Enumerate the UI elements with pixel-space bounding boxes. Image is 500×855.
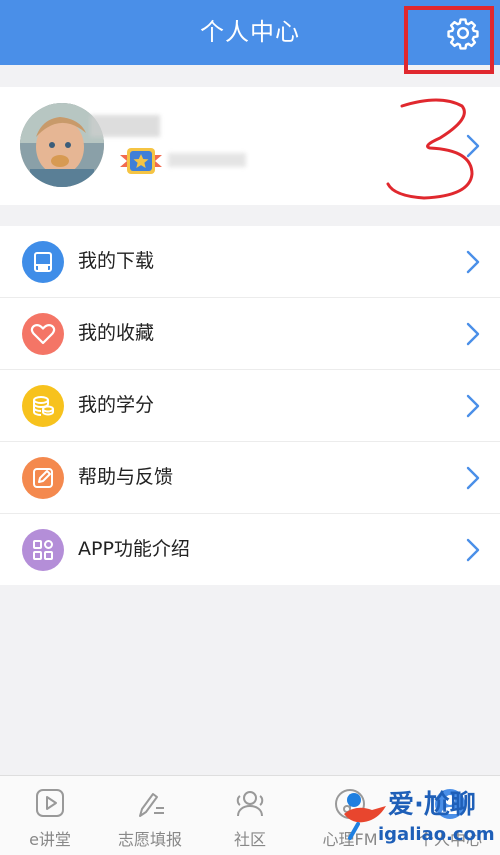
menu-item-favorites[interactable]: 我的收藏 — [0, 298, 500, 370]
chevron-right-icon — [466, 466, 480, 490]
user-icon — [435, 789, 465, 819]
music-note-icon — [335, 789, 365, 819]
tab-profile[interactable]: 个人中心 — [400, 776, 500, 855]
edit-icon — [22, 457, 64, 499]
menu-item-app-intro[interactable]: APP功能介绍 — [0, 514, 500, 585]
menu-item-label: 我的学分 — [78, 394, 155, 416]
chevron-right-icon — [466, 394, 480, 418]
menu-item-downloads[interactable]: 我的下载 — [0, 226, 500, 298]
pen-icon — [139, 793, 164, 817]
grid-apps-icon — [22, 529, 64, 571]
bottom-tab-bar: e讲堂 志愿填报 社区 心理FM 个人中心 — [0, 775, 500, 855]
profile-card[interactable] — [0, 87, 500, 205]
menu-item-label: 我的下载 — [78, 250, 155, 272]
chevron-right-icon — [466, 322, 480, 346]
menu-item-feedback[interactable]: 帮助与反馈 — [0, 442, 500, 514]
tab-label: e讲堂 — [29, 830, 71, 849]
page-title: 个人中心 — [200, 18, 300, 46]
username-redacted — [90, 115, 160, 137]
community-icon — [236, 791, 264, 817]
coins-icon — [22, 385, 64, 427]
download-icon — [22, 241, 64, 283]
tab-application[interactable]: 志愿填报 — [100, 776, 200, 855]
tab-radio[interactable]: 心理FM — [300, 776, 400, 855]
chevron-right-icon — [466, 538, 480, 562]
gear-icon — [447, 18, 479, 50]
header-bar: 个人中心 — [0, 0, 500, 65]
menu-list: 我的下载 我的收藏 我的学分 帮助与反馈 APP功能介绍 — [0, 226, 500, 585]
play-icon — [36, 789, 64, 817]
chevron-right-icon — [466, 250, 480, 274]
menu-item-label: 我的收藏 — [78, 322, 155, 344]
settings-button[interactable] — [443, 14, 483, 52]
menu-item-label: APP功能介绍 — [78, 538, 190, 560]
chevron-right-icon — [466, 134, 480, 158]
tab-label: 志愿填报 — [117, 830, 182, 849]
tab-community[interactable]: 社区 — [200, 776, 300, 855]
tab-label: 心理FM — [322, 830, 378, 849]
level-badge — [118, 145, 164, 177]
tab-label: 个人中心 — [417, 830, 482, 849]
menu-item-credits[interactable]: 我的学分 — [0, 370, 500, 442]
tab-label: 社区 — [233, 830, 266, 849]
tab-e-lecture[interactable]: e讲堂 — [0, 776, 100, 855]
user-info-redacted — [168, 153, 246, 167]
menu-item-label: 帮助与反馈 — [78, 466, 174, 488]
heart-icon — [22, 313, 64, 355]
